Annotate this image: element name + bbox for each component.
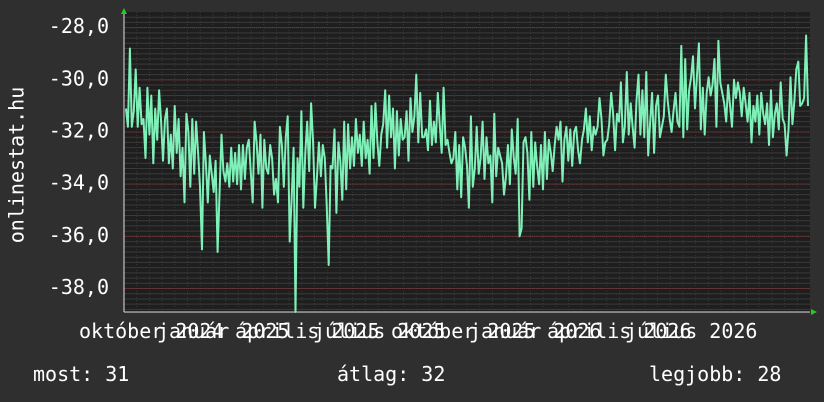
y-axis-arrow [121,8,127,14]
x-ticks: október 2024január 2025április 2025júliu… [79,319,757,343]
y-tick-label: -34,0 [49,171,109,195]
x-tick-label: július 2026 [625,319,757,343]
y-ticks: -28,0 -30,0 -32,0 -34,0 -36,0 -38,0 [49,14,109,299]
stat-best: legjobb: 28 [649,362,782,386]
line-chart: -28,0 -30,0 -32,0 -34,0 -36,0 -38,0 október 2… [5,8,817,343]
y-tick-label: -30,0 [49,66,109,90]
stat-current: most: 31 [33,362,130,386]
y-tick-label: -28,0 [49,14,109,38]
y-tick-label: -32,0 [49,119,109,143]
y-axis-label: onlinestat.hu [5,87,29,244]
y-tick-label: -38,0 [49,275,109,299]
y-tick-label: -36,0 [49,223,109,247]
x-axis-arrow [811,309,817,315]
stat-average: átlag: 32 [337,362,446,386]
